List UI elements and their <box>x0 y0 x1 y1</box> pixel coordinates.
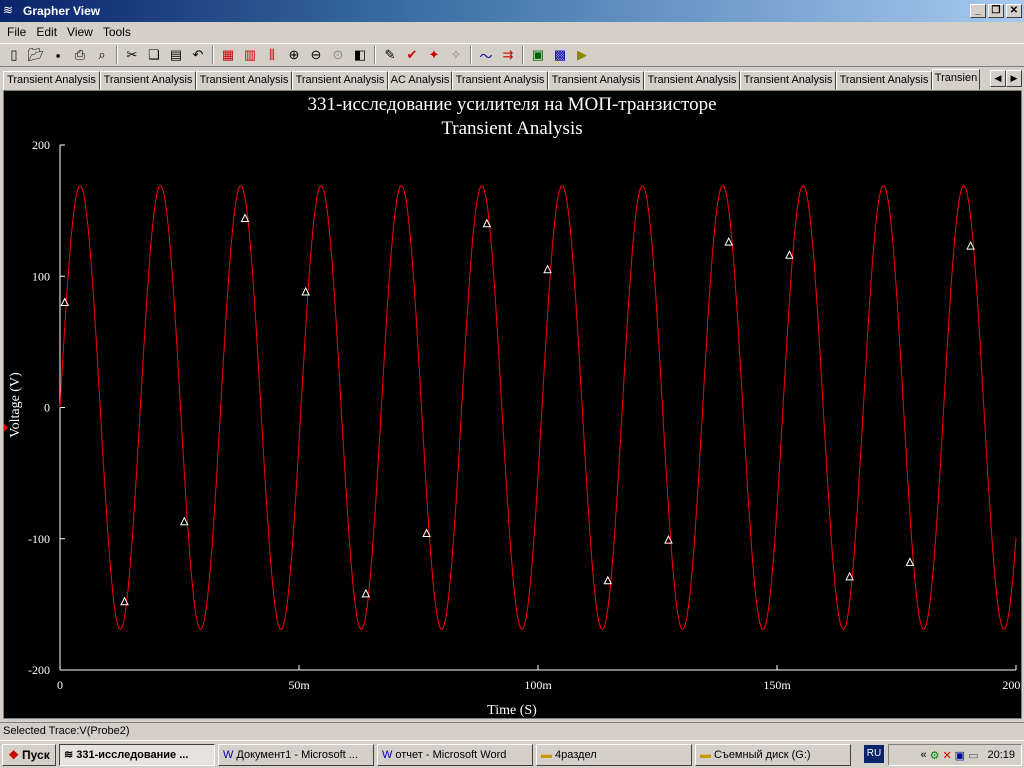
legend-icon[interactable]: ▥ <box>239 44 261 66</box>
menu-view[interactable]: View <box>62 25 98 39</box>
task-grapher[interactable]: ≋ 331-исследование ... <box>59 743 215 766</box>
data-point-marker <box>60 297 70 306</box>
y-tick-label: 100 <box>32 269 50 283</box>
chart-subtitle: Transient Analysis <box>441 118 582 139</box>
tab-transient-analysis-3[interactable]: Transient Analysis <box>196 71 292 90</box>
tab-strip: Transient Analysis Transient Analysis Tran… <box>0 69 1024 90</box>
window-title: Grapher View <box>23 4 101 18</box>
menu-tools[interactable]: Tools <box>98 25 136 39</box>
zoom-full-icon[interactable]: ⊙ <box>327 44 349 66</box>
app-icon: ≋ <box>3 3 14 17</box>
task-removable-disk[interactable]: ▬ Съемный диск (G:) <box>695 743 851 766</box>
save-icon[interactable]: ▪ <box>47 44 69 66</box>
print-icon[interactable]: ⎙ <box>69 44 91 66</box>
add-trace-icon[interactable]: 〜 <box>475 44 497 66</box>
data-point-marker <box>724 237 734 246</box>
series-line <box>59 185 1017 630</box>
tray-expand-icon[interactable]: « <box>920 749 926 761</box>
display-icon[interactable]: ▭ <box>968 749 978 762</box>
new-icon[interactable]: ▯ <box>3 44 25 66</box>
system-tray: « ⚙ ✕ ▣ ▭ 20:19 <box>888 744 1022 766</box>
folder-icon: ▬ <box>541 748 552 761</box>
word-icon: W <box>223 748 234 761</box>
task-report[interactable]: Wотчет - Microsoft Word <box>377 743 533 766</box>
taskbar: ❖ Пуск ≋ 331-исследование ... W Документ1 … <box>0 740 1024 768</box>
security-icon[interactable]: ✕ <box>942 749 951 762</box>
tab-ac-analysis-5[interactable]: AC Analysis <box>388 71 452 90</box>
menu-file[interactable]: File <box>2 25 31 39</box>
grid-icon[interactable]: ▦ <box>217 44 239 66</box>
task-folder[interactable]: ▬ 4раздел <box>536 743 692 766</box>
start-label: Пуск <box>22 747 50 762</box>
undo-icon[interactable]: ↶ <box>187 44 209 66</box>
task-document1[interactable]: W Документ1 - Microsoft ... <box>218 743 374 766</box>
tab-transient-analysis-6[interactable]: Transient Analysis <box>452 71 548 90</box>
menu-edit[interactable]: Edit <box>31 25 62 39</box>
properties-icon[interactable]: ✎ <box>379 44 401 66</box>
y-tick-label: -200 <box>28 663 50 677</box>
tab-transient-analysis-8[interactable]: Transient Analysis <box>644 71 740 90</box>
monitor-icon[interactable]: ▣ <box>955 749 965 762</box>
network-icon[interactable]: ⚙ <box>930 749 940 762</box>
data-point-marker <box>905 557 915 566</box>
data-point-marker <box>543 264 552 274</box>
tab-transient-analysis-9[interactable]: Transient Analysis <box>740 71 836 90</box>
data-point-marker <box>785 250 794 259</box>
y-axis-label: Voltage (V) <box>8 372 23 438</box>
chart-title: 331-исследование усилителя на МОП-транзи… <box>307 94 716 115</box>
word-icon: W <box>382 748 393 761</box>
x-tick-label: 150m <box>763 678 791 692</box>
zoom-in-icon[interactable]: ⊕ <box>283 44 305 66</box>
export-mathcad-icon[interactable]: ▩ <box>549 44 571 66</box>
open-folder-icon[interactable]: 📂︎ <box>25 44 47 66</box>
tab-transien-11[interactable]: Transien <box>932 69 980 90</box>
toolbar: ▯ 📂︎ ▪ ⎙ ⌕ ✂ ❏ ▤ ↶ ▦ ▥ ⫼ ⊕ ⊖ ⊙ ◧ ✎ ✔ ✦ ✧… <box>0 43 1024 67</box>
cut-icon[interactable]: ✂ <box>121 44 143 66</box>
tab-transient-analysis-2[interactable]: Transient Analysis <box>100 71 196 90</box>
menu-bar: File Edit View Tools <box>0 22 1024 42</box>
language-indicator[interactable]: RU <box>864 745 884 763</box>
status-bar: Selected Trace:V(Probe2) <box>0 722 1024 740</box>
print-preview-icon[interactable]: ⌕ <box>91 44 113 66</box>
tab-scroll-left-icon[interactable]: ◀ <box>990 70 1006 87</box>
data-point-marker <box>603 575 613 585</box>
restore-button[interactable]: ❐ <box>988 4 1004 18</box>
tab-transient-analysis-10[interactable]: Transient Analysis <box>836 71 932 90</box>
y-tick-label: 0 <box>44 401 50 415</box>
tab-transient-analysis-4[interactable]: Transient Analysis <box>292 71 388 90</box>
folder-icon: ▬ <box>700 748 711 761</box>
export-labview-icon[interactable]: ▶ <box>571 44 593 66</box>
overlay-icon[interactable]: ✧ <box>445 44 467 66</box>
copy-icon[interactable]: ❏ <box>143 44 165 66</box>
transient-chart: 331-исследование усилителя на МОП-транзи… <box>2 94 1024 718</box>
x-tick-label: 0 <box>57 678 63 692</box>
zoom-out-icon[interactable]: ⊖ <box>305 44 327 66</box>
paste-icon[interactable]: ▤ <box>165 44 187 66</box>
x-tick-label: 50m <box>288 678 310 692</box>
select-marks-icon[interactable]: ✔ <box>401 44 423 66</box>
x-axis-label: Time (S) <box>487 703 537 718</box>
x-tick-label: 100m <box>524 678 552 692</box>
plot-area[interactable]: 331-исследование усилителя на МОП-транзи… <box>2 90 1024 719</box>
trace-icon[interactable]: ✦ <box>423 44 445 66</box>
tab-transient-analysis-7[interactable]: Transient Analysis <box>548 71 644 90</box>
grapher-icon: ≋ <box>64 748 74 761</box>
start-button[interactable]: ❖ Пуск <box>2 743 56 766</box>
close-button[interactable]: ✕ <box>1006 4 1022 18</box>
cursors-icon[interactable]: ⫼ <box>261 44 283 66</box>
title-bar: ≋ Grapher View _ ❐ ✕ <box>0 0 1024 22</box>
y-tick-label: -100 <box>28 532 50 546</box>
export-excel-icon[interactable]: ▣ <box>527 44 549 66</box>
windows-logo-icon: ❖ <box>8 747 20 762</box>
reverse-colors-icon[interactable]: ◧ <box>349 44 371 66</box>
minimize-button[interactable]: _ <box>970 4 986 18</box>
tab-transient-analysis-1[interactable]: Transient Analysis <box>3 71 100 90</box>
x-tick-label: 200m <box>1002 678 1021 692</box>
clock: 20:19 <box>987 749 1015 761</box>
export-icon[interactable]: ⇉ <box>497 44 519 66</box>
tab-scroll-right-icon[interactable]: ▶ <box>1006 70 1022 87</box>
y-tick-label: 200 <box>32 138 50 152</box>
